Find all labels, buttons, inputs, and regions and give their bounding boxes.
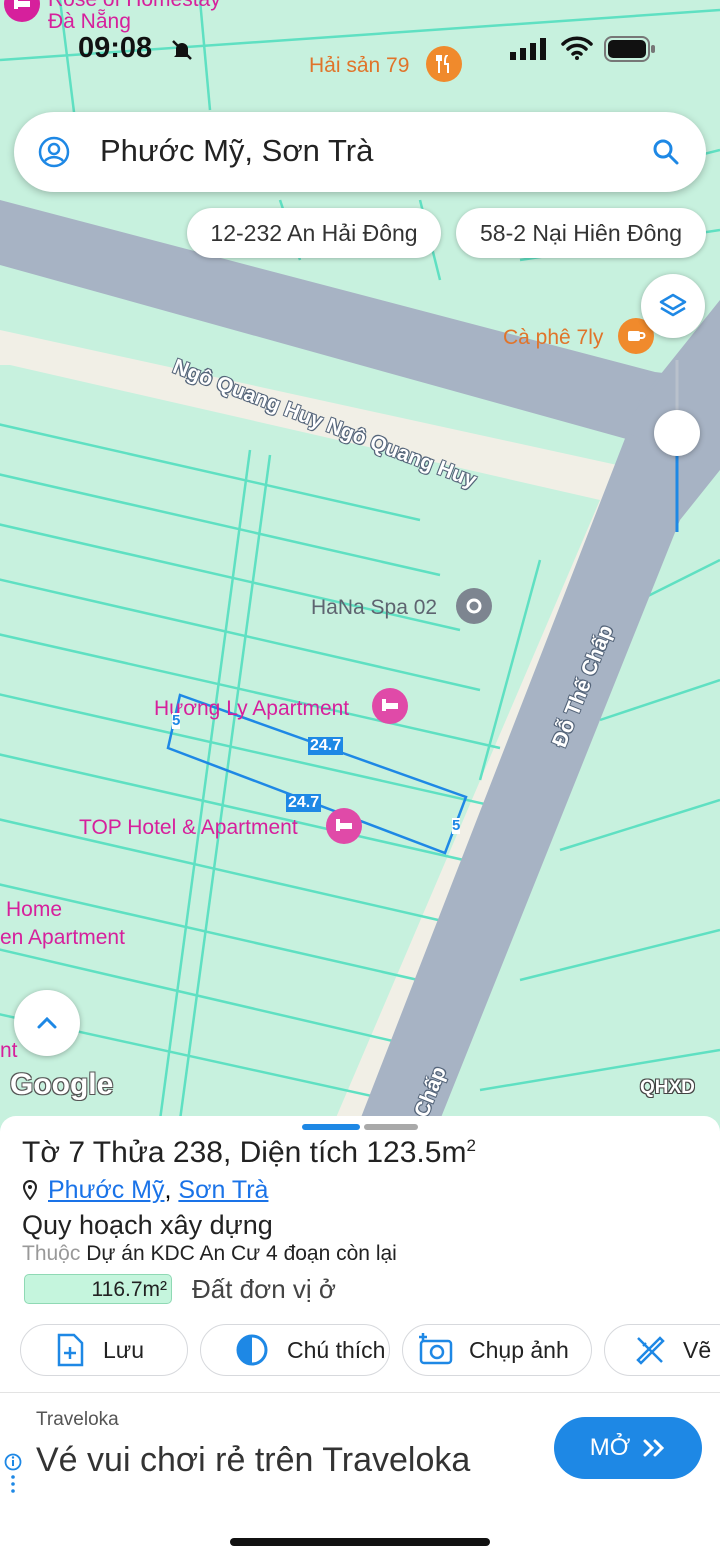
sheet-handle[interactable] [302, 1124, 360, 1130]
search-bar[interactable]: Phước Mỹ, Sơn Trà [14, 112, 706, 192]
search-icon[interactable] [652, 138, 680, 166]
battery-icon [604, 36, 655, 62]
district-link[interactable]: Sơn Trà [178, 1176, 268, 1204]
google-logo: Google [10, 1068, 114, 1101]
legend-button[interactable]: Chú thích [200, 1324, 390, 1376]
add-file-icon [57, 1333, 84, 1367]
belongs-label: Thuộc [22, 1242, 81, 1265]
ad-open-button[interactable]: MỞ [554, 1417, 702, 1479]
ad-banner[interactable]: Traveloka Vé vui chơi rẻ trên Traveloka … [0, 1392, 720, 1503]
status-bar: 09:08 [0, 0, 720, 95]
parcel-dim-bottom: 24.7 [286, 794, 322, 812]
account-icon[interactable] [38, 136, 70, 168]
signal-icon [510, 38, 546, 60]
ad-headline[interactable]: Vé vui chơi rẻ trên Traveloka [36, 1441, 470, 1480]
parcel-location: Phước Mỹ, Sơn Trà [22, 1176, 268, 1205]
contrast-icon [236, 1334, 268, 1366]
layers-icon [659, 293, 687, 317]
location-pin-icon [22, 1179, 38, 1201]
poi-label-home[interactable]: Home [6, 898, 62, 922]
draw-button[interactable]: Vẽ [604, 1324, 720, 1376]
project-name: Dự án KDC An Cư 4 đoạn còn lại [86, 1242, 397, 1265]
poi-label-top-hotel[interactable]: TOP Hotel & Apartment [79, 816, 298, 840]
ad-cta-label: MỞ [589, 1434, 631, 1461]
search-input[interactable]: Phước Mỹ, Sơn Trà [100, 133, 373, 169]
parcel-title: Tờ 7 Thửa 238, Diện tích 123.5m2 [22, 1136, 476, 1170]
parcel-title-sup: 2 [466, 1136, 476, 1155]
chevron-up-icon [37, 1016, 57, 1029]
status-time: 09:08 [78, 32, 153, 64]
hotel-pin-icon[interactable] [326, 808, 362, 844]
double-chevron-right-icon [643, 1439, 665, 1457]
photo-button[interactable]: Chụp ảnh [402, 1324, 592, 1376]
layer-badge: QHXD [640, 1077, 695, 1098]
layers-button[interactable] [641, 274, 705, 338]
save-button[interactable]: Lưu [20, 1324, 188, 1376]
parcel-dim-top: 24.7 [308, 737, 344, 755]
home-indicator[interactable] [230, 1538, 490, 1546]
draw-label: Vẽ [683, 1336, 712, 1363]
chip-address-2[interactable]: 58-2 Nại Hiên Đông [456, 208, 706, 258]
opacity-slider-knob[interactable] [654, 410, 700, 456]
spa-pin-icon[interactable] [456, 588, 492, 624]
sheet-handle-secondary[interactable] [364, 1124, 418, 1130]
poi-label-hana-spa[interactable]: HaNa Spa 02 [311, 596, 437, 620]
ward-link[interactable]: Phước Mỹ [48, 1176, 164, 1204]
legend-label: Chú thích [287, 1336, 386, 1363]
poi-label-huong-ly[interactable]: Hương Ly Apartment [154, 697, 349, 721]
save-label: Lưu [103, 1336, 144, 1363]
ruler-pencil-icon [636, 1336, 665, 1365]
expand-button[interactable] [14, 990, 80, 1056]
location-separator: , [164, 1176, 179, 1204]
land-use-type: Đất đơn vị ở [192, 1274, 336, 1304]
parcel-title-text: Tờ 7 Thửa 238, Diện tích 123.5m [22, 1136, 467, 1169]
camera-plus-icon [419, 1333, 453, 1365]
parcel-dim-right: 5 [452, 817, 461, 834]
wifi-icon [561, 36, 593, 60]
chip-address-1[interactable]: 12-232 An Hải Đông [187, 208, 441, 258]
ad-info-icon[interactable] [4, 1453, 22, 1501]
hotel-pin-icon[interactable] [372, 688, 408, 724]
silent-bell-icon [172, 40, 192, 60]
poi-label-ca-phe[interactable]: Cà phê 7ly [503, 326, 603, 350]
land-use-area: 116.7m² [24, 1274, 172, 1304]
bottom-bar [0, 1502, 720, 1560]
plan-project: Thuộc Dự án KDC An Cư 4 đoạn còn lại [22, 1242, 397, 1266]
photo-label: Chụp ảnh [469, 1336, 569, 1363]
ad-brand: Traveloka [36, 1409, 119, 1430]
plan-title: Quy hoạch xây dựng [22, 1210, 273, 1240]
parcel-dim-left: 5 [172, 712, 181, 729]
poi-label-partial[interactable]: nt [0, 1039, 18, 1063]
poi-label-apartment[interactable]: en Apartment [0, 926, 125, 950]
